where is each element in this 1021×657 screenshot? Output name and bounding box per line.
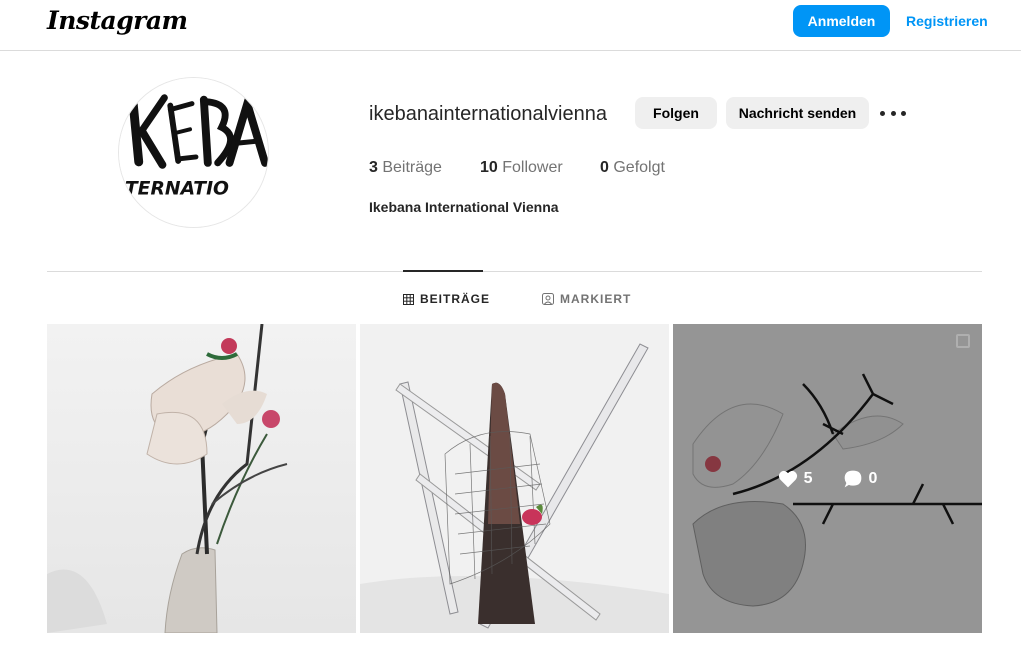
followers-stat[interactable]: 10 Follower xyxy=(480,159,563,177)
tabs-divider xyxy=(47,271,982,272)
post-image xyxy=(47,324,356,633)
tagged-user-icon xyxy=(542,293,554,305)
register-link[interactable]: Registrieren xyxy=(906,13,988,29)
posts-label: Beiträge xyxy=(382,159,442,176)
tab-tagged[interactable]: MARKIERT xyxy=(542,292,631,306)
comment-icon xyxy=(844,470,861,488)
carousel-icon xyxy=(956,334,970,348)
likes-count: 5 xyxy=(778,469,813,489)
followers-label: Follower xyxy=(502,159,563,176)
profile-username: ikebanainternationalvienna xyxy=(369,103,607,125)
posts-count: 3 xyxy=(369,159,378,176)
comments-count: 0 xyxy=(843,469,878,489)
likes-value: 5 xyxy=(803,470,813,487)
avatar-image: TERNATIO xyxy=(119,78,268,227)
grid-icon xyxy=(403,293,414,305)
comments-value: 0 xyxy=(868,470,878,487)
posts-count-stat: 3 Beiträge xyxy=(369,159,442,177)
instagram-logo[interactable]: Instagram xyxy=(47,6,188,35)
profile-full-name: Ikebana International Vienna xyxy=(369,199,559,215)
active-tab-indicator xyxy=(403,270,483,272)
profile-avatar[interactable]: TERNATIO xyxy=(118,77,269,228)
following-stat[interactable]: 0 Gefolgt xyxy=(600,159,665,177)
tab-posts[interactable]: BEITRÄGE xyxy=(403,292,490,306)
post-thumbnail[interactable] xyxy=(360,324,669,633)
tab-posts-label: BEITRÄGE xyxy=(420,292,491,306)
top-nav-bar: Instagram Anmelden Registrieren xyxy=(0,0,1021,51)
tab-tagged-label: MARKIERT xyxy=(560,292,632,306)
post-thumbnail[interactable]: 5 0 xyxy=(673,324,982,633)
dot xyxy=(880,110,885,116)
post-engagement: 5 0 xyxy=(673,469,982,489)
follow-button[interactable]: Folgen xyxy=(635,97,717,129)
followers-count: 10 xyxy=(480,159,498,176)
following-count: 0 xyxy=(600,159,609,176)
login-button[interactable]: Anmelden xyxy=(793,5,890,37)
dot xyxy=(901,110,906,116)
post-image xyxy=(360,324,669,633)
post-thumbnail[interactable] xyxy=(47,324,356,633)
send-message-button[interactable]: Nachricht senden xyxy=(726,97,869,129)
avatar-lettering: TERNATIO xyxy=(125,178,229,199)
following-label: Gefolgt xyxy=(613,159,665,176)
dot xyxy=(890,110,896,116)
heart-icon xyxy=(778,470,797,488)
more-horizontal-icon[interactable] xyxy=(880,104,906,122)
